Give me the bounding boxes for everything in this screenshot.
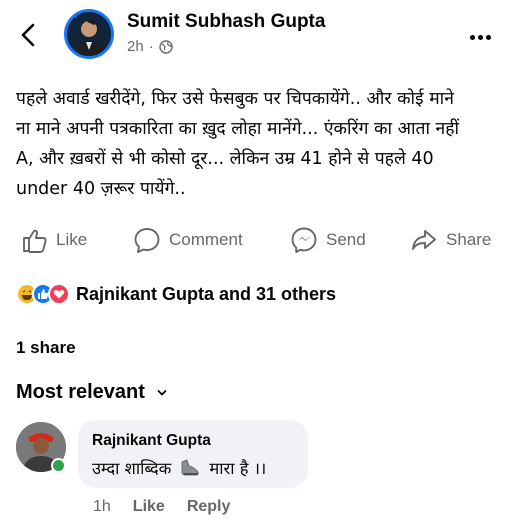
author-name[interactable]: Sumit Subhash Gupta [127, 11, 325, 33]
comment-like-button[interactable]: Like [133, 498, 165, 516]
reactions-text: Rajnikant Gupta and 31 others [76, 283, 337, 304]
comment-meta: 1h Like Reply [93, 498, 230, 516]
online-status-badge [51, 458, 66, 473]
more-dot-icon [478, 35, 483, 40]
back-button[interactable] [14, 20, 44, 50]
comment-text-after: मारा है ।। [209, 459, 267, 478]
send-button[interactable]: Send [290, 226, 366, 254]
meta-separator: · [148, 38, 154, 55]
comment-button[interactable]: Comment [133, 226, 243, 254]
more-dot-icon [486, 35, 491, 40]
shares-count[interactable]: 1 share [16, 338, 76, 358]
shoe-icon [181, 458, 199, 475]
chevron-down-icon [157, 389, 167, 396]
comment-label: Comment [169, 230, 243, 249]
comment-author[interactable]: Rajnikant Gupta [92, 432, 211, 450]
share-arrow-icon [412, 230, 436, 250]
globe-icon[interactable] [158, 39, 173, 54]
like-label: Like [56, 230, 88, 249]
sort-label: Most relevant [16, 381, 145, 403]
post-meta: 2h · [127, 38, 173, 55]
author-avatar[interactable] [64, 9, 114, 59]
post-text: पहले अवार्ड खरीदेंगे, फिर उसे फेसबुक पर … [16, 89, 460, 199]
send-label: Send [326, 230, 366, 249]
like-button[interactable]: Like [20, 226, 87, 254]
comment-text: उम्दा शाब्दिक मारा है ।। [92, 456, 266, 479]
share-button[interactable]: Share [410, 226, 491, 254]
thumbs-up-icon [23, 229, 47, 253]
comment-icon [134, 228, 160, 253]
comment-time[interactable]: 1h [93, 498, 111, 516]
more-options-button[interactable] [470, 27, 494, 45]
comment-text-before: उम्दा शाब्दिक [92, 459, 172, 478]
share-label: Share [446, 230, 492, 249]
chevron-left-icon [21, 23, 35, 47]
love-reaction-icon [48, 283, 70, 305]
more-dot-icon [470, 35, 475, 40]
person-photo [67, 12, 111, 56]
messenger-icon [291, 227, 317, 253]
reactions-summary[interactable]: Rajnikant Gupta and 31 others [16, 283, 336, 305]
comment-reply-button[interactable]: Reply [187, 498, 231, 516]
post-time[interactable]: 2h [127, 38, 144, 55]
comment-sort-dropdown[interactable]: Most relevant [16, 381, 167, 404]
